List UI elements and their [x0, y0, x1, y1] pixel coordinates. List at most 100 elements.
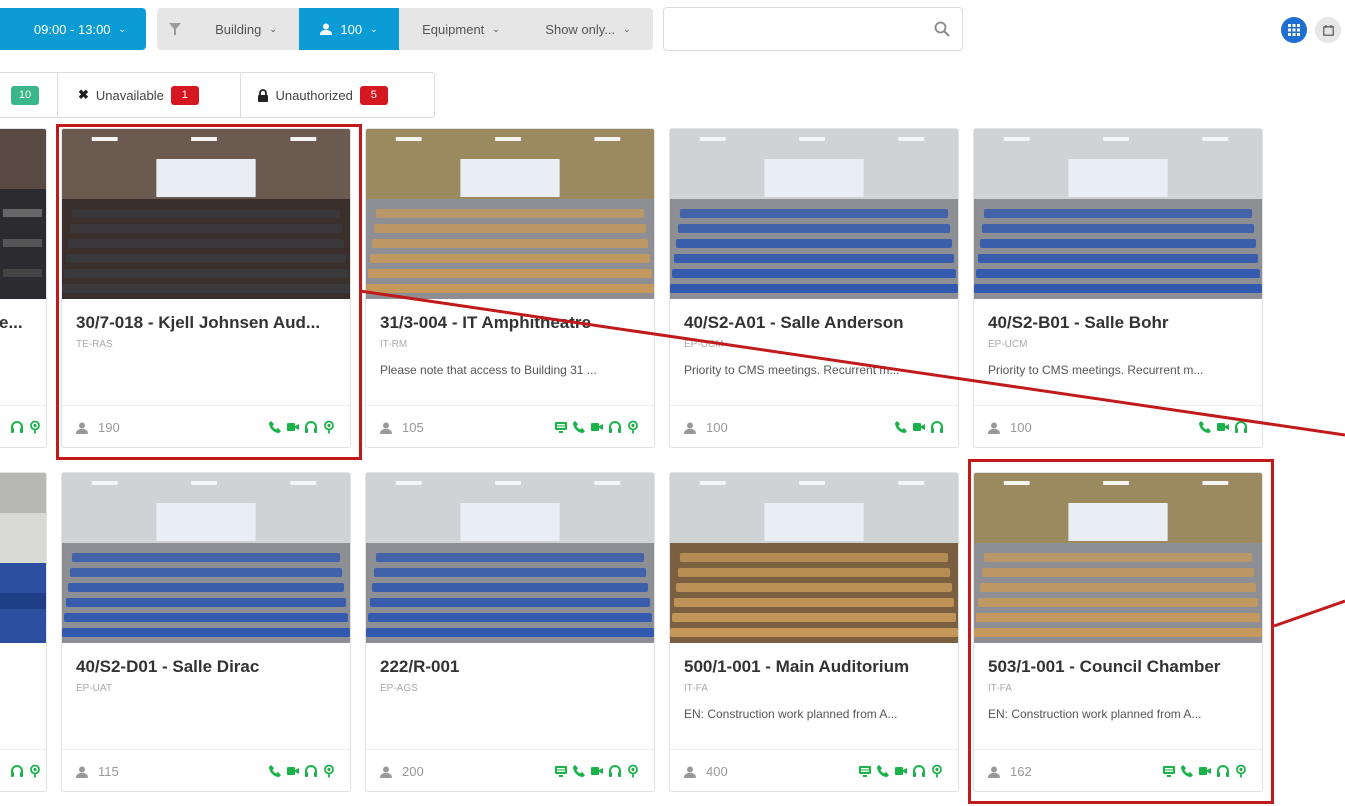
room-photo — [0, 129, 46, 299]
unavailable-label: Unavailable — [95, 87, 164, 103]
video-camera-icon — [287, 767, 299, 775]
building-filter-dropdown[interactable]: Building ⌄ — [193, 8, 299, 50]
room-card[interactable]: 40/S2-A01 - Salle Anderson EP-UCM Priority… — [669, 128, 959, 448]
availability-tabs: 10 ✖ Unavailable 1 Unauthorized 5 — [0, 72, 435, 118]
room-title: 500/1-001 - Main Auditorium — [684, 657, 910, 676]
capacity-value: 400 — [706, 764, 728, 779]
user-icon — [988, 422, 1000, 434]
room-capacity: 105 — [380, 420, 424, 435]
user-icon — [380, 422, 392, 434]
headphones-icon — [11, 421, 23, 433]
room-title: 30/7-018 - Kjell Johnsen Aud... — [76, 313, 321, 332]
monitor-icon — [1163, 766, 1175, 777]
room-department: IT-RM — [380, 339, 408, 350]
room-title: 40/S2-D01 - Salle Dirac — [76, 657, 260, 676]
capacity-value: 100 — [706, 420, 728, 435]
room-title: e... — [0, 313, 23, 332]
microphone-icon — [1236, 764, 1246, 778]
video-camera-icon — [1199, 767, 1211, 775]
filter-button[interactable] — [157, 8, 193, 50]
lock-icon — [257, 88, 268, 102]
equipment-icons — [268, 420, 336, 434]
room-photo — [62, 473, 350, 643]
room-photo — [974, 129, 1262, 299]
search-icon[interactable] — [934, 21, 950, 37]
equipment-filter-dropdown[interactable]: Equipment ⌄ — [399, 8, 523, 50]
room-card[interactable]: 222/R-001 EP-AGS 200 — [365, 472, 655, 792]
room-card[interactable]: 30/7-018 - Kjell Johnsen Aud... TE-RAS 190 — [61, 128, 351, 448]
room-card[interactable]: 500/1-001 - Main Auditorium IT-FA EN: Cons… — [669, 472, 959, 792]
tab-available[interactable]: 10 — [0, 73, 58, 117]
microphone-icon — [324, 420, 334, 434]
calendar-view-button[interactable] — [1315, 17, 1341, 43]
microphone-icon — [628, 420, 638, 434]
video-camera-icon — [287, 423, 299, 431]
user-icon — [320, 23, 333, 35]
room-department: IT-FA — [988, 683, 1012, 694]
video-camera-icon — [591, 767, 603, 775]
room-card[interactable]: 31/3-004 - IT Amphitheatre IT-RM Please no… — [365, 128, 655, 448]
room-card-partial[interactable]: e... — [0, 128, 47, 448]
chevron-down-icon: ⌄ — [492, 23, 500, 34]
microphone-icon — [30, 764, 40, 778]
grid-view-button[interactable] — [1281, 17, 1307, 43]
room-photo — [62, 129, 350, 299]
capacity-filter-dropdown[interactable]: 100 ⌄ — [299, 8, 399, 50]
chevron-down-icon: ⌄ — [269, 23, 277, 34]
time-range-dropdown[interactable]: 09:00 - 13:00 ⌄ — [0, 8, 146, 50]
microphone-icon — [628, 764, 638, 778]
capacity-value: 115 — [98, 764, 119, 779]
room-capacity: 400 — [684, 764, 728, 779]
room-department: EP-AGS — [380, 683, 418, 694]
room-card[interactable]: 503/1-001 - Council Chamber IT-FA EN: Cons… — [973, 472, 1263, 792]
video-camera-icon — [913, 423, 925, 431]
filter-icon — [169, 23, 181, 35]
equipment-icons — [268, 764, 336, 778]
equipment-icons — [858, 764, 944, 778]
headphones-icon — [931, 421, 943, 433]
headphones-icon — [609, 421, 621, 433]
user-icon — [76, 766, 88, 778]
capacity-value: 105 — [402, 420, 424, 435]
calendar-icon — [1322, 24, 1334, 36]
equipment-icons — [10, 420, 42, 434]
room-footer: 115 — [62, 749, 350, 791]
room-card[interactable]: 40/S2-D01 - Salle Dirac EP-UAT 115 — [61, 472, 351, 792]
tab-unauthorized[interactable]: Unauthorized 5 — [241, 73, 434, 117]
capacity-value: 162 — [1010, 764, 1032, 779]
room-note: Priority to CMS meetings. Recurrent m... — [988, 363, 1204, 377]
room-footer: 190 — [62, 405, 350, 447]
chevron-down-icon: ⌄ — [118, 23, 127, 34]
room-card[interactable]: 40/S2-B01 - Salle Bohr EP-UCM Priority to … — [973, 128, 1263, 448]
equipment-icons — [10, 764, 42, 778]
phone-icon — [1181, 765, 1193, 777]
monitor-icon — [555, 422, 567, 433]
room-footer — [0, 405, 46, 447]
room-department: EP-UCM — [988, 339, 1028, 350]
chevron-down-icon: ⌄ — [370, 23, 378, 34]
monitor-icon — [859, 766, 871, 777]
room-note: Priority to CMS meetings. Recurrent m... — [684, 363, 900, 377]
room-capacity: 115 — [76, 764, 119, 779]
user-icon — [988, 766, 1000, 778]
phone-icon — [895, 421, 907, 433]
headphones-icon — [305, 421, 317, 433]
unauthorized-count-badge: 5 — [359, 85, 388, 105]
equipment-icons — [1198, 420, 1248, 434]
room-capacity: 162 — [988, 764, 1032, 779]
room-department: IT-FA — [684, 683, 708, 694]
show-only-dropdown[interactable]: Show only... ⌄ — [523, 8, 653, 50]
video-camera-icon — [591, 423, 603, 431]
search-input[interactable] — [664, 8, 962, 50]
headphones-icon — [1217, 765, 1229, 777]
annotation-line — [1273, 599, 1345, 628]
phone-icon — [573, 765, 585, 777]
phone-icon — [269, 765, 281, 777]
user-icon — [76, 422, 88, 434]
tab-unavailable[interactable]: ✖ Unavailable 1 — [58, 73, 241, 117]
room-card-partial[interactable] — [0, 472, 47, 792]
room-footer — [0, 749, 46, 791]
room-photo — [670, 129, 958, 299]
room-capacity: 100 — [988, 420, 1032, 435]
phone-icon — [1199, 421, 1211, 433]
